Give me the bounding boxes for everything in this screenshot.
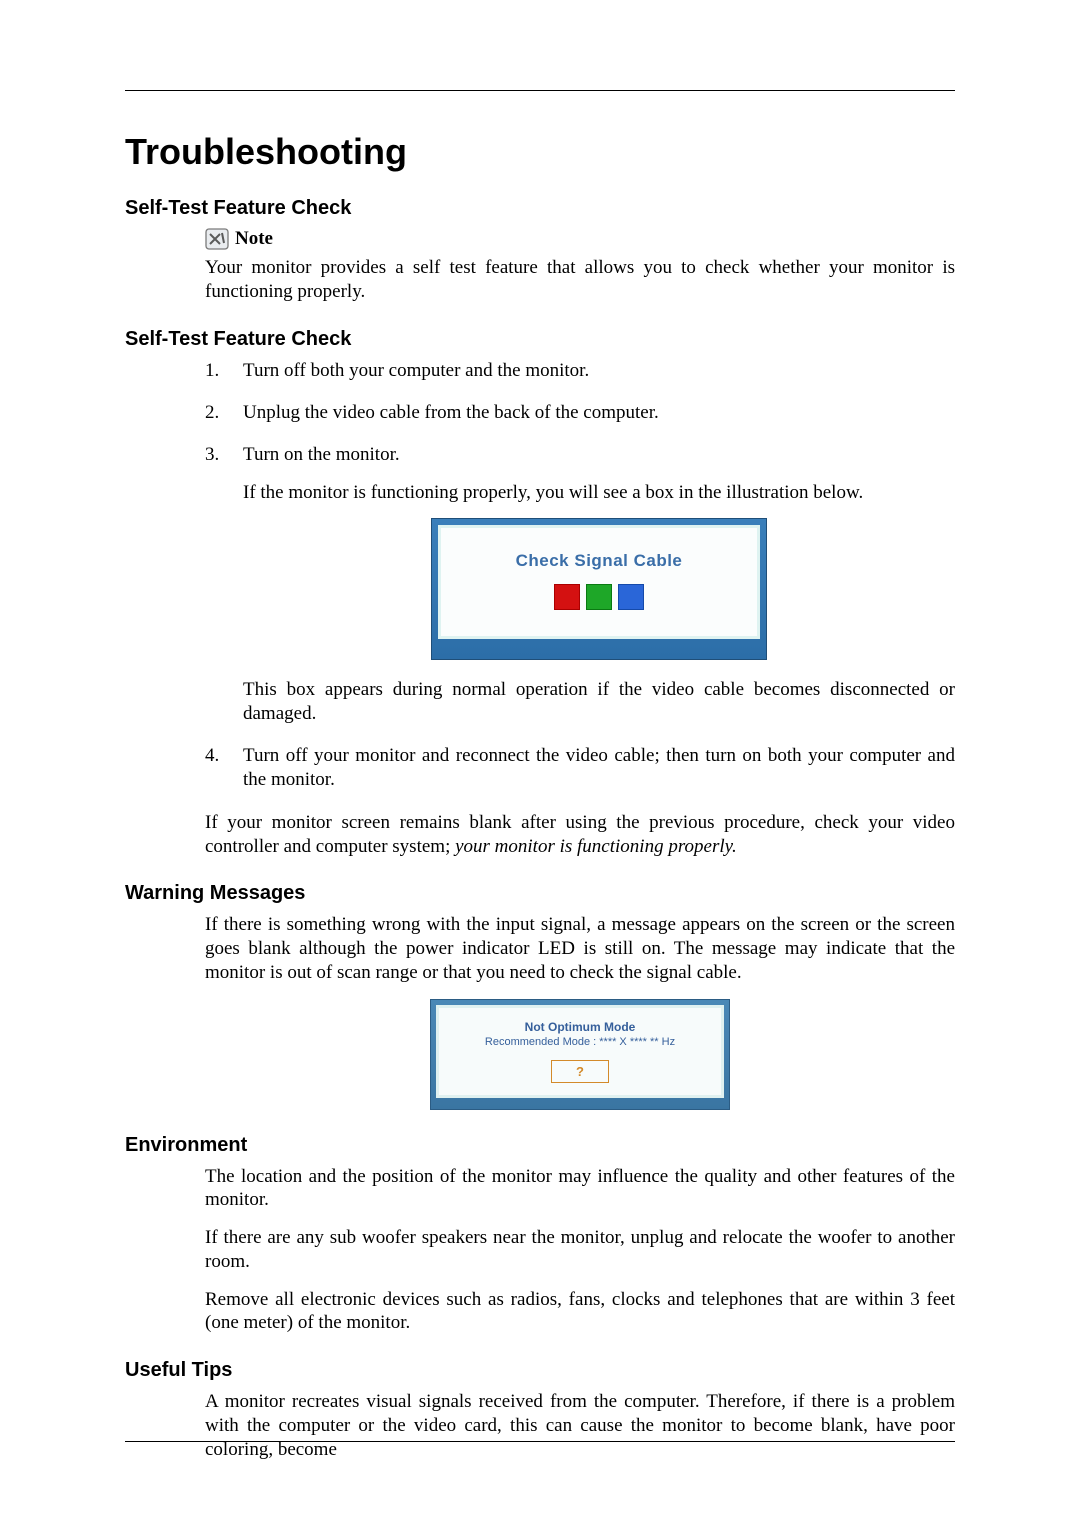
selftest2-block: Turn off both your computer and the moni… <box>205 359 955 859</box>
optimum-frame: Not Optimum Mode Recommended Mode : ****… <box>430 999 730 1110</box>
warning-block: If there is something wrong with the inp… <box>205 913 955 1109</box>
note-icon <box>205 228 229 250</box>
tips-heading: Useful Tips <box>125 1359 955 1382</box>
figure-check-signal-cable: Check Signal Cable <box>243 518 955 660</box>
note-row: Note <box>205 228 955 250</box>
tips-p1: A monitor recreates visual signals recei… <box>205 1390 955 1461</box>
step-2-text: Unplug the video cable from the back of … <box>243 402 659 423</box>
rgb-swatches <box>451 584 747 610</box>
red-swatch <box>554 584 580 610</box>
step-2: Unplug the video cable from the back of … <box>205 401 955 425</box>
warning-heading: Warning Messages <box>125 882 955 905</box>
environment-heading: Environment <box>125 1134 955 1157</box>
selftest1-intro: Your monitor provides a self test featur… <box>205 256 955 304</box>
environment-p1: The location and the position of the mon… <box>205 1165 955 1213</box>
step-3-sub1: If the monitor is functioning properly, … <box>243 481 955 505</box>
step-4: Turn off your monitor and reconnect the … <box>205 744 955 793</box>
optimum-foot <box>436 1098 724 1104</box>
step-4-text: Turn off your monitor and reconnect the … <box>243 745 955 790</box>
top-rule <box>125 90 955 91</box>
step-3: Turn on the monitor. If the monitor is f… <box>205 443 955 726</box>
environment-block: The location and the position of the mon… <box>205 1165 955 1336</box>
optimum-inner: Not Optimum Mode Recommended Mode : ****… <box>436 1005 724 1098</box>
check-signal-cable-label: Check Signal Cable <box>451 550 747 572</box>
optimum-question-box: ? <box>551 1060 609 1083</box>
green-swatch <box>586 584 612 610</box>
step-1-text: Turn off both your computer and the moni… <box>243 360 589 381</box>
step-1: Turn off both your computer and the moni… <box>205 359 955 383</box>
selftest-closing: If your monitor screen remains blank aft… <box>205 811 955 859</box>
selftest1-block: Note Your monitor provides a self test f… <box>205 228 955 304</box>
selftest-heading-1: Self-Test Feature Check <box>125 197 955 220</box>
selftest-closing-b: your monitor is functioning properly. <box>455 836 737 857</box>
selftest-heading-2: Self-Test Feature Check <box>125 328 955 351</box>
monitor-screen: Check Signal Cable <box>438 525 760 639</box>
tips-block: A monitor recreates visual signals recei… <box>205 1390 955 1461</box>
blue-swatch <box>618 584 644 610</box>
page-title: Troubleshooting <box>125 131 955 173</box>
environment-p3: Remove all electronic devices such as ra… <box>205 1288 955 1336</box>
optimum-line2: Recommended Mode : **** X **** ** Hz <box>447 1036 713 1048</box>
step-3-sub2: This box appears during normal operation… <box>243 678 955 727</box>
monitor-frame: Check Signal Cable <box>431 518 767 660</box>
selftest-steps: Turn off both your computer and the moni… <box>205 359 955 793</box>
bottom-rule <box>125 1441 955 1442</box>
figure-not-optimum: Not Optimum Mode Recommended Mode : ****… <box>205 999 955 1110</box>
note-label: Note <box>235 228 273 250</box>
monitor-foot <box>438 639 760 653</box>
environment-p2: If there are any sub woofer speakers nea… <box>205 1226 955 1274</box>
document-page: Troubleshooting Self-Test Feature Check … <box>0 0 1080 1527</box>
step-3-text: Turn on the monitor. <box>243 444 400 465</box>
warning-p1: If there is something wrong with the inp… <box>205 913 955 984</box>
optimum-line1: Not Optimum Mode <box>447 1020 713 1034</box>
